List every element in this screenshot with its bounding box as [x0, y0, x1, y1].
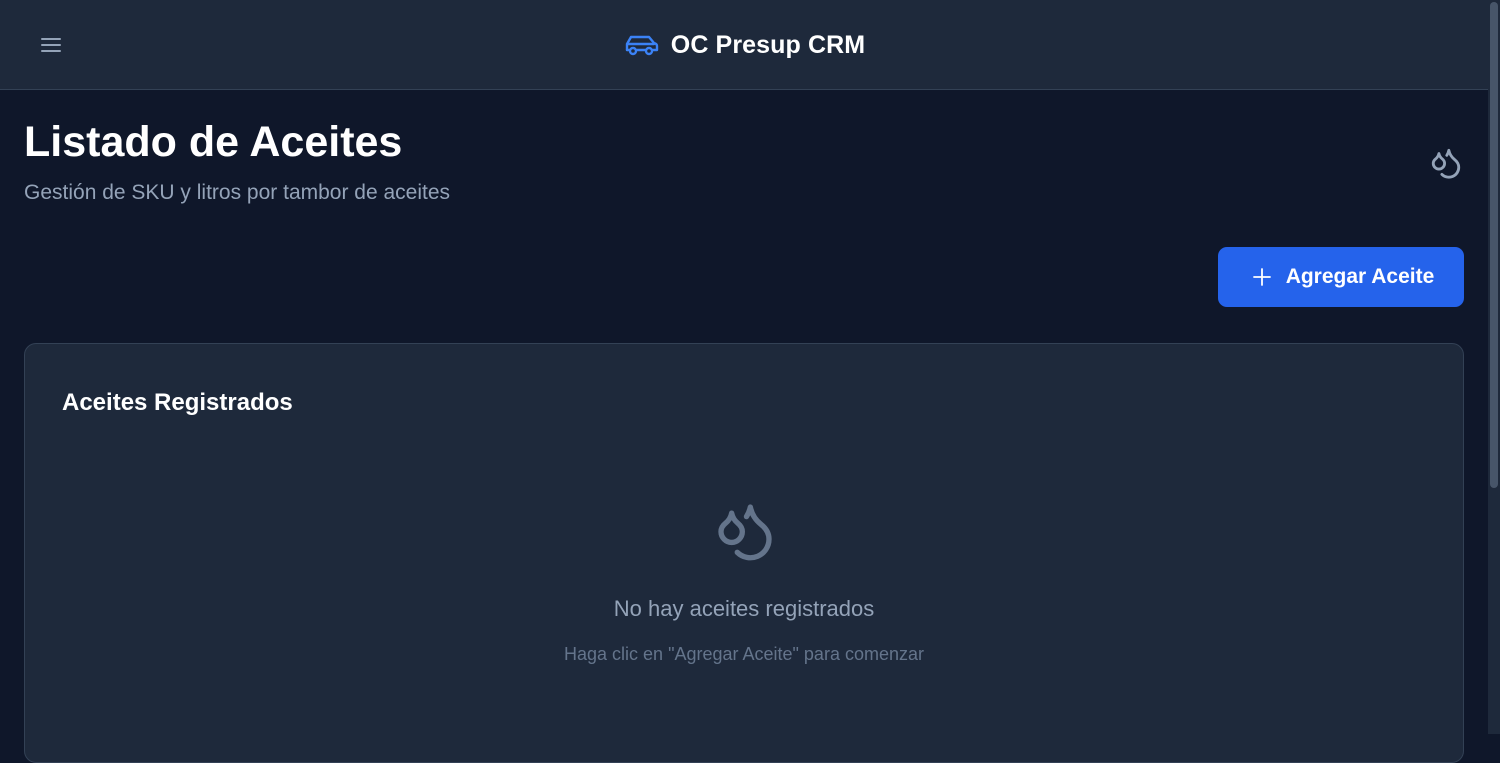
app-brand[interactable]: OC Presup CRM [0, 0, 1488, 90]
add-oil-button[interactable]: Agregar Aceite [1218, 247, 1464, 307]
top-navbar: OC Presup CRM [0, 0, 1488, 90]
vertical-scrollbar[interactable] [1488, 0, 1500, 734]
empty-state-hint: Haga clic en "Agregar Aceite" para comen… [564, 644, 924, 664]
page-subtitle: Gestión de SKU y litros por tambor de ac… [24, 181, 451, 204]
scrollbar-thumb[interactable] [1490, 2, 1498, 488]
app-title: OC Presup CRM [670, 30, 866, 59]
add-oil-button-label: Agregar Aceite [1285, 265, 1435, 288]
empty-state-title: No hay aceites registrados [613, 596, 875, 621]
droplets-icon [718, 504, 772, 561]
droplets-icon [1431, 148, 1461, 179]
registered-oils-card: Aceites Registrados No hay aceites regis… [24, 343, 1464, 763]
page-title: Listado de Aceites [24, 118, 403, 166]
card-title: Aceites Registrados [62, 389, 293, 416]
plus-icon [1252, 268, 1271, 286]
car-icon [625, 35, 658, 56]
